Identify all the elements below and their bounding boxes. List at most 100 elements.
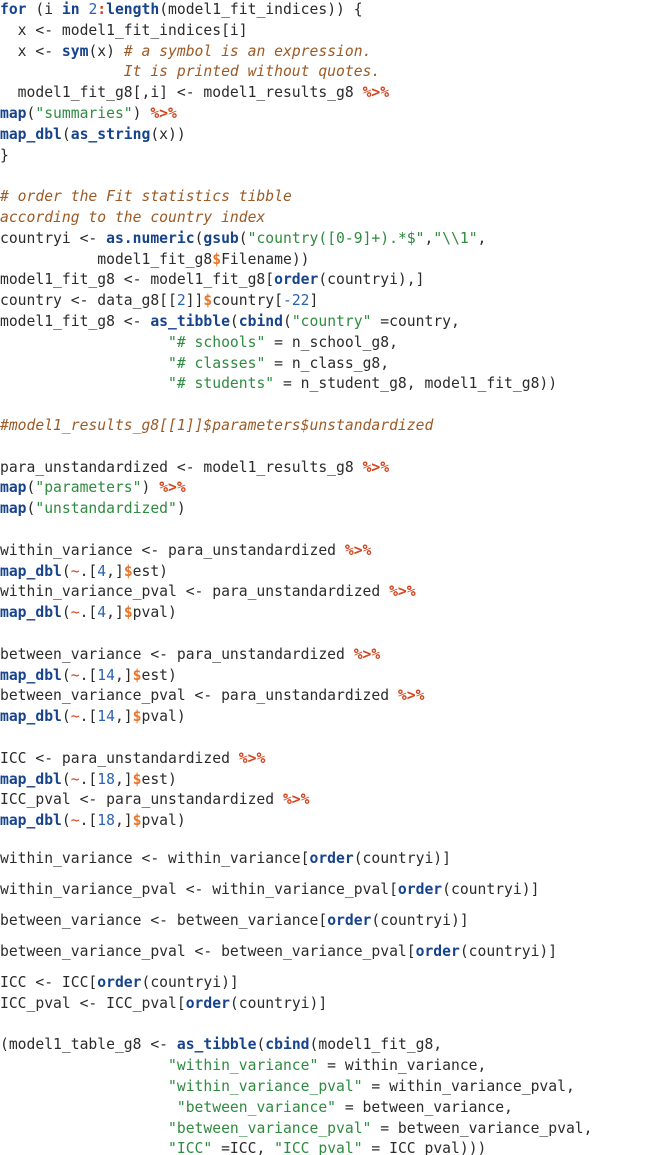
code-token-dollar: $ [132,666,142,684]
code-line: between_variance <- between_variance[ord… [0,911,469,932]
code-token-plain: ) [132,105,151,122]
code-line: between_variance_pval <- between_varianc… [0,942,557,963]
code-token-operator: %>% [282,791,310,809]
code-token-plain: x <- [0,42,62,60]
code-token-comment: according to the country index [0,209,266,226]
code-token-operator: %>% [389,583,416,601]
code-token-func: map_dbl [0,708,62,726]
code-token-operator: : [97,1,107,18]
code-token-plain: ( [61,812,71,830]
code-token-operator: %>% [362,84,390,102]
code-line: for (i in 2:length(model1_fit_indices)) … [0,0,363,21]
code-token-plain: .[ [79,708,98,726]
code-token-operator: %>% [344,541,372,559]
code-line: map_dbl(as_string(x)) [0,125,186,146]
code-token-plain: ( [61,708,71,726]
code-token-plain: , [424,229,434,247]
code-token-string: "ICC" [168,1140,213,1155]
code-line: ICC_pval <- para_unstandardized %>% [0,790,310,811]
code-token-plain: .[ [79,770,98,788]
code-token-plain: ICC <- ICC[ [0,974,98,991]
code-token-plain: ) [141,479,160,497]
code-token-plain: ICC_pval <- para_unstandardized [0,791,283,809]
code-line: between_variance <- para_unstandardized … [0,645,380,666]
code-token-plain: ICC <- para_unstandardized [0,749,239,767]
code-token-dollar: $ [123,562,133,580]
code-token-plain: (i [26,1,62,18]
code-token-string: "\\1" [433,229,478,247]
code-line: "within_variance" = within_variance, [0,1056,486,1077]
code-line: map_dbl(~.[4,]$pval) [0,603,177,624]
code-token-string: "country([0-9]+).*$" [247,229,425,247]
code-token-plain: ,] [106,604,124,622]
code-line: within_variance <- within_variance[order… [0,849,451,870]
code-token-plain: between_variance_pval <- para_unstandard… [0,687,398,705]
code-token-plain: between_variance <- between_variance[ [0,912,328,929]
code-line: within_variance_pval <- para_unstandardi… [0,582,416,603]
code-token-plain: (countryi)] [353,850,451,867]
code-token-plain: country[ [212,292,283,310]
code-line: model1_fit_g8 <- as_tibble(cbind("countr… [0,312,460,333]
code-token-func: cbind [265,1036,310,1054]
code-token-func: map [0,479,27,497]
code-token-tilde: ~ [70,562,80,580]
code-token-plain: ) [176,500,186,518]
code-token-number: -22 [282,292,310,310]
code-token-plain: (model1_fit_g8, [309,1036,443,1054]
code-token-func: as.numeric [106,229,195,247]
code-token-plain: ICC_pval <- ICC_pval[ [0,994,186,1012]
code-token-plain: model1_fit_g8 <- model1_fit_g8[ [0,271,275,289]
code-line: } [0,146,9,167]
code-token-dollar: $ [132,812,142,830]
code-token-plain: (model1_fit_indices)) { [159,1,363,18]
code-token-plain: within_variance_pval <- para_unstandardi… [0,583,390,601]
code-token-plain: countryi <- [0,229,107,247]
code-token-func: map_dbl [0,125,62,143]
code-token-string: "unstandardized" [35,500,177,518]
code-token-string: "ICC_pval" [274,1140,363,1155]
code-token-func: map_dbl [0,812,62,830]
code-token-plain: .[ [79,666,98,684]
code-line: "ICC" =ICC, "ICC_pval" = ICC_pval))) [0,1139,486,1155]
code-token-plain: = between_variance_pval, [371,1119,593,1137]
code-token-plain: = n_student_g8, model1_fit_g8)) [274,375,558,393]
code-token-func: map_dbl [0,770,62,788]
code-token-plain: = within_variance, [318,1057,487,1075]
code-token-func: map_dbl [0,666,62,684]
code-token-func: order [327,912,372,929]
code-token-operator: %>% [362,458,390,476]
code-line: x <- sym(x) # a symbol is an expression. [0,42,372,63]
code-token-string: "# students" [168,375,275,393]
code-token-plain: ]] [185,292,204,310]
code-token-number: 18 [97,770,115,788]
code-token-func: map [0,105,27,122]
code-token-func: map [0,500,27,518]
code-line: model1_fit_g8$Filename)) [0,250,309,271]
code-token-plain: = ICC_pval))) [362,1140,487,1155]
code-token-func: sym [61,42,89,60]
code-token-plain: .[ [79,562,98,580]
code-token-plain: pval) [141,812,186,830]
code-token-number: 2 [88,1,98,18]
code-line: (model1_table_g8 <- as_tibble(cbind(mode… [0,1035,442,1056]
code-token-comment: # order the Fit statistics tibble [0,188,292,206]
code-token-plain: (model1_table_g8 <- [0,1036,177,1054]
code-token-string: "summaries" [35,105,133,122]
code-token-plain: =country, [371,313,460,330]
code-token-comment: # a symbol is an expression. [123,42,372,60]
code-token-func: order [397,881,443,898]
code-token-tilde: ~ [70,604,80,622]
code-token-func: order [415,943,460,960]
code-line: between_variance_pval <- para_unstandard… [0,686,424,707]
code-token-plain: est) [141,666,177,684]
code-token-string: "between_variance" [176,1098,337,1116]
code-token-dollar: $ [132,770,142,788]
code-line: ICC_pval <- ICC_pval[order(countryi)] [0,994,327,1015]
code-token-func: map_dbl [0,604,62,622]
code-token-tilde: ~ [70,708,80,726]
code-line: map_dbl(~.[14,]$pval) [0,707,186,728]
code-token-plain: = n_class_g8, [265,354,390,372]
